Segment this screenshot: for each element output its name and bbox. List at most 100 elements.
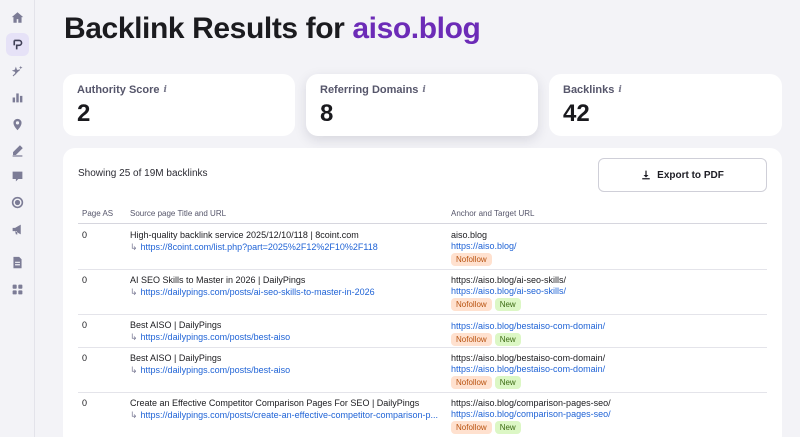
source-cell: Best AISO | DailyPings ↳ https://dailypi… xyxy=(130,353,440,376)
source-url-row: ↳ https://8coint.com/list.php?part=2025%… xyxy=(130,242,440,253)
target-url-link[interactable]: https://aiso.blog/bestaiso-com-domain/ xyxy=(451,321,761,331)
pencil-icon[interactable] xyxy=(6,139,29,162)
page-as-value: 0 xyxy=(82,398,88,408)
stat-label: Authority Score i xyxy=(77,84,281,96)
stat-card-authority-score: Authority Score i 2 xyxy=(63,74,295,136)
target-url-link[interactable]: https://aiso.blog/comparison-pages-seo/ xyxy=(451,409,761,419)
source-url-row: ↳ https://dailypings.com/posts/ai-seo-sk… xyxy=(130,287,440,298)
stat-value: 8 xyxy=(320,100,334,127)
reply-arrow-icon: ↳ xyxy=(130,242,138,252)
badge-group: Nofollow xyxy=(451,253,761,266)
source-url-link[interactable]: https://dailypings.com/posts/best-aiso xyxy=(141,365,291,376)
sidebar xyxy=(0,0,35,437)
backlinks-panel: Showing 25 of 19M backlinks Export to PD… xyxy=(63,148,782,437)
page-as-value: 0 xyxy=(82,320,88,330)
badge-group: Nofollow New xyxy=(451,298,761,311)
source-title: Best AISO | DailyPings xyxy=(130,320,222,330)
stat-label: Backlinks i xyxy=(563,84,768,96)
stat-label: Referring Domains i xyxy=(320,84,524,96)
source-url-row: ↳ https://dailypings.com/posts/best-aiso xyxy=(130,365,440,376)
source-url-link[interactable]: https://dailypings.com/posts/ai-seo-skil… xyxy=(141,287,375,298)
anchor-text: aiso.blog xyxy=(451,230,488,240)
nofollow-badge: Nofollow xyxy=(451,376,492,389)
heart-chat-icon[interactable] xyxy=(6,165,29,188)
page-as-value: 0 xyxy=(82,275,88,285)
export-pdf-button[interactable]: Export to PDF xyxy=(598,158,767,192)
source-cell: High-quality backlink service 2025/12/10… xyxy=(130,230,440,253)
reply-arrow-icon: ↳ xyxy=(130,410,138,420)
source-url-link[interactable]: https://8coint.com/list.php?part=2025%2F… xyxy=(141,242,378,253)
export-pdf-label: Export to PDF xyxy=(657,169,724,181)
target-url-link[interactable]: https://aiso.blog/ai-seo-skills/ xyxy=(451,286,761,296)
nofollow-badge: Nofollow xyxy=(451,253,492,266)
source-title: High-quality backlink service 2025/12/10… xyxy=(130,230,359,240)
reply-arrow-icon: ↳ xyxy=(130,287,138,297)
source-url-link[interactable]: https://dailypings.com/posts/create-an-e… xyxy=(141,410,438,421)
target-url-link[interactable]: https://aiso.blog/bestaiso-com-domain/ xyxy=(451,364,761,374)
anchor-text: https://aiso.blog/bestaiso-com-domain/ xyxy=(451,353,606,363)
stat-card-referring-domains: Referring Domains i 8 xyxy=(306,74,538,136)
anchor-text: https://aiso.blog/comparison-pages-seo/ xyxy=(451,398,611,408)
target-url-link[interactable]: https://aiso.blog/ xyxy=(451,241,761,251)
backlinks-icon[interactable] xyxy=(6,33,29,56)
nofollow-badge: Nofollow xyxy=(451,298,492,311)
table-row: 0 Create an Effective Competitor Compari… xyxy=(78,393,767,437)
source-title: Create an Effective Competitor Compariso… xyxy=(130,398,420,408)
info-icon[interactable]: i xyxy=(422,85,425,95)
table-header: Page AS Source page Title and URL Anchor… xyxy=(78,208,767,224)
nofollow-badge: Nofollow xyxy=(451,421,492,434)
table-row: 0 High-quality backlink service 2025/12/… xyxy=(78,225,767,270)
nofollow-badge: Nofollow xyxy=(451,333,492,346)
stat-label-text: Referring Domains xyxy=(320,84,419,96)
page-title-domain: aiso.blog xyxy=(352,12,481,45)
info-icon[interactable]: i xyxy=(618,85,621,95)
source-url-row: ↳ https://dailypings.com/posts/best-aiso xyxy=(130,332,440,343)
stat-value: 2 xyxy=(77,100,91,127)
badge-group: Nofollow New xyxy=(451,333,761,346)
target-cell: aiso.blog https://aiso.blog/ Nofollow xyxy=(451,230,761,266)
source-title: AI SEO Skills to Master in 2026 | DailyP… xyxy=(130,275,306,285)
page-as-value: 0 xyxy=(82,230,88,240)
document-icon[interactable] xyxy=(6,251,29,274)
anchor-text: https://aiso.blog/ai-seo-skills/ xyxy=(451,275,567,285)
sparkle-icon[interactable] xyxy=(6,60,29,83)
column-source: Source page Title and URL xyxy=(130,209,227,218)
new-badge: New xyxy=(494,333,521,346)
source-url-link[interactable]: https://dailypings.com/posts/best-aiso xyxy=(141,332,291,343)
table-row: 0 AI SEO Skills to Master in 2026 | Dail… xyxy=(78,270,767,315)
map-pin-icon[interactable] xyxy=(6,113,29,136)
new-badge: New xyxy=(494,376,521,389)
reply-arrow-icon: ↳ xyxy=(130,365,138,375)
page-as-value: 0 xyxy=(82,353,88,363)
table-row: 0 Best AISO | DailyPings ↳ https://daily… xyxy=(78,315,767,348)
megaphone-icon[interactable] xyxy=(6,218,29,241)
source-cell: Best AISO | DailyPings ↳ https://dailypi… xyxy=(130,320,440,343)
stat-card-backlinks: Backlinks i 42 xyxy=(549,74,782,136)
badge-group: Nofollow New xyxy=(451,421,761,434)
page-title-prefix: Backlink Results for xyxy=(64,12,345,45)
stat-value: 42 xyxy=(563,100,590,127)
showing-count: Showing 25 of 19M backlinks xyxy=(78,168,208,179)
target-cell: https://aiso.blog/bestaiso-com-domain/ h… xyxy=(451,353,761,389)
column-anchor-target: Anchor and Target URL xyxy=(451,209,535,218)
table-row: 0 Best AISO | DailyPings ↳ https://daily… xyxy=(78,348,767,393)
source-url-row: ↳ https://dailypings.com/posts/create-an… xyxy=(130,410,440,421)
reply-arrow-icon: ↳ xyxy=(130,332,138,342)
grid-icon[interactable] xyxy=(6,278,29,301)
source-cell: Create an Effective Competitor Compariso… xyxy=(130,398,440,421)
stat-label-text: Authority Score xyxy=(77,84,160,96)
column-page-as: Page AS xyxy=(82,209,114,218)
new-badge: New xyxy=(494,298,521,311)
page-title: Backlink Results for aiso.blog xyxy=(64,12,481,46)
target-cell: https://aiso.blog/comparison-pages-seo/ … xyxy=(451,398,761,434)
bar-chart-icon[interactable] xyxy=(6,86,29,109)
target-icon[interactable] xyxy=(6,191,29,214)
new-badge: New xyxy=(494,421,521,434)
source-title: Best AISO | DailyPings xyxy=(130,353,222,363)
download-icon xyxy=(642,170,650,180)
source-cell: AI SEO Skills to Master in 2026 | DailyP… xyxy=(130,275,440,298)
info-icon[interactable]: i xyxy=(164,85,167,95)
badge-group: Nofollow New xyxy=(451,376,761,389)
home-icon[interactable] xyxy=(6,6,29,29)
stat-label-text: Backlinks xyxy=(563,84,615,96)
